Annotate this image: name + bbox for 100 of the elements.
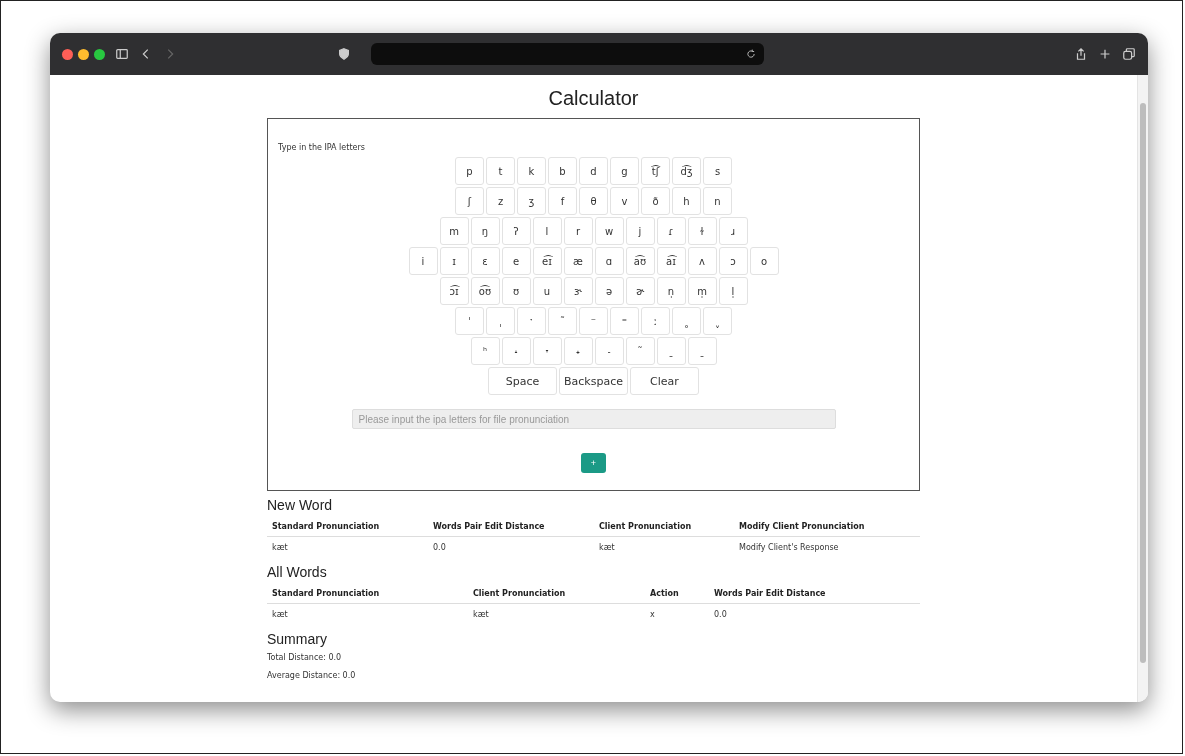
key[interactable]: ə [594,277,624,305]
key[interactable]: ˖ [563,337,593,365]
key[interactable]: ɛ [470,247,500,275]
key[interactable]: n̩ [656,277,686,305]
key[interactable]: s [703,157,732,185]
key[interactable]: ˌ [486,307,515,335]
tabs-icon[interactable] [1122,47,1136,61]
key[interactable]: t [486,157,515,185]
key[interactable]: ɹ [718,217,748,245]
key[interactable]: ˕ [532,337,562,365]
key[interactable]: r [563,217,593,245]
key[interactable]: Clear [630,367,699,395]
key[interactable]: h [672,187,701,215]
key[interactable]: n [703,187,732,215]
table-cell-text: 0.0 [713,609,728,621]
column-header: Action [645,586,709,604]
key[interactable]: Backspace [559,367,628,395]
key[interactable]: ŋ [470,217,500,245]
key[interactable]: ⁻ [579,307,608,335]
key[interactable]: ɔ [718,247,748,275]
key[interactable]: ˍ [656,337,686,365]
key[interactable]: ˈ [455,307,484,335]
table-cell-text: x [649,609,656,621]
key[interactable]: m̩ [687,277,717,305]
key[interactable]: ˜ [548,307,577,335]
key[interactable]: z [486,187,515,215]
minimize-icon[interactable] [78,48,89,60]
key[interactable]: ɔ͡ɪ [439,277,469,305]
summary-text: Total Distance: 0.0 [267,653,343,662]
key[interactable]: ʒ [517,187,546,215]
plus-icon[interactable] [1098,47,1112,61]
key[interactable]: l [532,217,562,245]
key[interactable]: ɪ [439,247,469,275]
key[interactable]: t͡ʃ [641,157,670,185]
key[interactable]: ˔ [501,337,531,365]
table-cell-text: kæt [271,542,289,554]
key[interactable]: u [532,277,562,305]
key[interactable]: i [408,247,438,275]
key[interactable]: o [749,247,779,275]
key[interactable]: ˍ [687,337,717,365]
key[interactable]: æ [563,247,593,275]
share-icon[interactable] [1074,47,1088,61]
key[interactable]: b [548,157,577,185]
key[interactable]: ʃ [455,187,484,215]
close-icon[interactable] [62,48,73,60]
key[interactable]: ð [641,187,670,215]
page-title: Calculator [548,87,639,110]
key[interactable]: ˳ [672,307,701,335]
key[interactable]: ɚ [625,277,655,305]
column-header: Modify Client Pronunciation [734,519,920,537]
key[interactable]: ʊ [501,277,531,305]
shield-icon[interactable] [337,47,351,61]
key[interactable]: ˑ [517,307,546,335]
column-header: Words Pair Edit Distance [428,519,594,537]
sidebar-icon[interactable] [115,47,129,61]
key[interactable]: w [594,217,624,245]
address-field[interactable] [371,43,764,65]
key[interactable]: o͡ʊ [470,277,500,305]
key[interactable]: ʰ [470,337,500,365]
key[interactable]: ʔ [501,217,531,245]
key[interactable]: ː [641,307,670,335]
input-field[interactable]: Please input the ipa letters for file pronunciation [351,409,836,429]
table-cell-text: Modify Client's Response [738,542,840,554]
key[interactable]: p [455,157,484,185]
column-header: Client Pronunciation [468,586,645,604]
key[interactable]: ɝ [563,277,593,305]
scrollbar[interactable] [1137,75,1148,702]
section-heading: All Words [267,564,328,580]
section-heading: New Word [267,497,334,513]
column-header: Standard Pronunciation [267,519,428,537]
key[interactable]: d͡ʒ [672,157,701,185]
instruction-text: Type in the IPA letters [278,143,365,152]
key[interactable]: l̩ [718,277,748,305]
key[interactable]: ɾ [656,217,686,245]
key[interactable]: ˜ [625,337,655,365]
key[interactable]: v [610,187,639,215]
key[interactable]: g [610,157,639,185]
key[interactable]: d [579,157,608,185]
key[interactable]: m [439,217,469,245]
key[interactable]: a͡ɪ [656,247,686,275]
key[interactable]: ⁼ [610,307,639,335]
key[interactable]: j [625,217,655,245]
key[interactable]: f [548,187,577,215]
key[interactable]: e͡ɪ [532,247,562,275]
key[interactable]: Space [488,367,557,395]
key[interactable]: ˬ [703,307,732,335]
key[interactable]: θ [579,187,608,215]
key[interactable]: e [501,247,531,275]
section-heading: Summary [267,631,328,647]
key[interactable]: ʌ [687,247,717,275]
key[interactable]: ˗ [594,337,624,365]
column-header: Standard Pronunciation [267,586,468,604]
maximize-icon[interactable] [94,48,105,60]
key[interactable]: k [517,157,546,185]
key[interactable]: ɫ [687,217,717,245]
column-header: Client Pronunciation [594,519,734,537]
key[interactable]: ɑ [594,247,624,275]
key[interactable]: a͡ʊ [625,247,655,275]
reload-icon[interactable] [746,49,756,59]
column-header: Words Pair Edit Distance [709,586,920,604]
